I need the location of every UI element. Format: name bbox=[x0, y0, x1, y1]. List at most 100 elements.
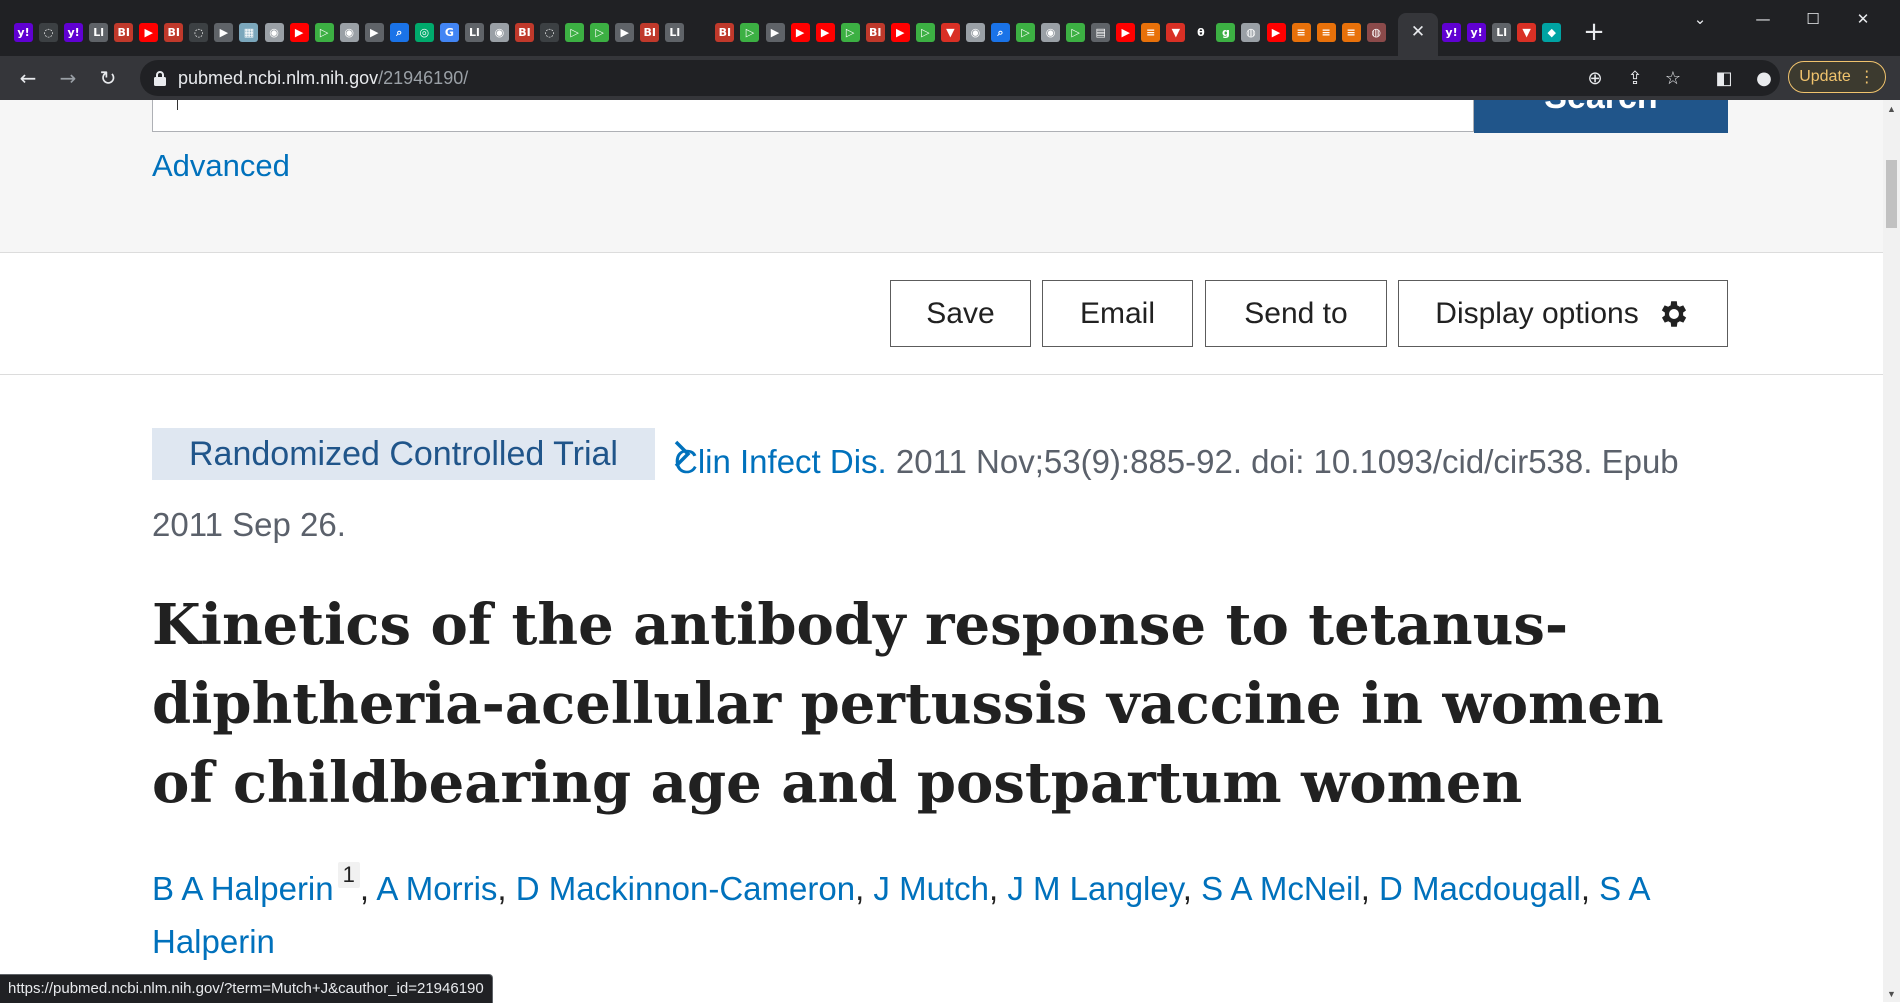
update-button[interactable]: Update ⋮ bbox=[1788, 61, 1886, 93]
youtube-icon[interactable]: ▶ bbox=[790, 23, 810, 42]
newspaper-icon[interactable]: Ll bbox=[665, 23, 685, 42]
arrow-icon[interactable]: ▶ bbox=[214, 23, 234, 42]
scrollbar-track[interactable] bbox=[1883, 100, 1900, 1002]
portrait-icon[interactable]: ◍ bbox=[1366, 23, 1386, 42]
globe-icon[interactable]: ◉ bbox=[264, 23, 284, 42]
blank-icon[interactable] bbox=[690, 23, 710, 42]
newspaper-icon[interactable]: Ll bbox=[1492, 23, 1512, 42]
scroll-down-icon[interactable]: ▼ bbox=[1883, 985, 1900, 1002]
search-button[interactable]: Search bbox=[1474, 100, 1728, 133]
play-icon[interactable]: ▷ bbox=[1066, 23, 1086, 42]
arrow-icon[interactable]: ▶ bbox=[364, 23, 384, 42]
news-icon[interactable]: ▤ bbox=[1091, 23, 1111, 42]
google-icon[interactable]: G bbox=[439, 23, 459, 42]
tripadvisor-icon[interactable]: ◎ bbox=[414, 23, 434, 42]
globe-icon[interactable]: ◉ bbox=[1041, 23, 1061, 42]
play-icon[interactable]: ▷ bbox=[565, 23, 585, 42]
author-link[interactable]: S A McNeil bbox=[1201, 870, 1361, 907]
affiliation-marker[interactable]: 1 bbox=[337, 862, 360, 888]
business-insider-icon[interactable]: BI bbox=[114, 23, 134, 42]
yahoo-icon[interactable]: y! bbox=[1442, 23, 1461, 42]
advanced-search-link[interactable]: Advanced bbox=[152, 148, 290, 184]
author-link[interactable]: D Macdougall bbox=[1379, 870, 1581, 907]
search-icon[interactable]: ⌕ bbox=[990, 23, 1010, 42]
journal-link[interactable]: Clin Infect Dis. bbox=[674, 443, 887, 480]
yahoo-icon[interactable]: y! bbox=[1467, 23, 1487, 42]
youtube-icon[interactable]: ▶ bbox=[1266, 23, 1286, 42]
play-icon[interactable]: ▷ bbox=[740, 23, 760, 42]
shield-icon[interactable]: ◌ bbox=[189, 23, 209, 42]
flag-icon[interactable]: ▼ bbox=[1166, 23, 1186, 42]
business-insider-icon[interactable]: BI bbox=[640, 23, 660, 42]
theta-icon[interactable]: θ bbox=[1191, 23, 1211, 42]
newspaper-icon[interactable]: Ll bbox=[464, 23, 484, 42]
new-tab-icon[interactable]: + bbox=[1580, 17, 1608, 47]
teal-icon[interactable]: ◆ bbox=[1542, 23, 1562, 42]
youtube-icon[interactable]: ▶ bbox=[890, 23, 910, 42]
send-to-button[interactable]: Send to bbox=[1205, 280, 1387, 347]
play-icon[interactable]: ▷ bbox=[1016, 23, 1035, 42]
search-input[interactable] bbox=[152, 100, 1474, 132]
youtube-icon[interactable]: ▶ bbox=[1116, 23, 1136, 42]
newspaper-icon[interactable]: Ll bbox=[89, 23, 109, 42]
author-link[interactable]: J Mutch bbox=[873, 870, 989, 907]
business-insider-icon[interactable]: BI bbox=[715, 23, 735, 42]
minimize-icon[interactable]: — bbox=[1743, 6, 1783, 32]
play-icon[interactable]: ▷ bbox=[840, 23, 860, 42]
display-options-button[interactable]: Display options bbox=[1398, 280, 1728, 347]
youtube-icon[interactable]: ▶ bbox=[289, 23, 309, 42]
avatar-icon[interactable]: ◍ bbox=[1241, 23, 1261, 42]
bookmark-star-icon[interactable]: ☆ bbox=[1661, 66, 1685, 90]
play-icon[interactable]: ▷ bbox=[915, 23, 935, 42]
bookmark-icon[interactable]: ≡ bbox=[1341, 23, 1361, 42]
forward-icon[interactable]: → bbox=[54, 64, 82, 92]
search-icon[interactable]: ⌕ bbox=[389, 23, 409, 42]
article-title: Kinetics of the antibody response to tet… bbox=[152, 592, 1664, 816]
share-icon[interactable]: ⇪ bbox=[1623, 66, 1647, 90]
yahoo-icon[interactable]: y! bbox=[14, 23, 33, 42]
shield-icon[interactable]: ◌ bbox=[540, 23, 560, 42]
scroll-up-icon[interactable]: ▲ bbox=[1883, 100, 1900, 117]
youtube-icon[interactable]: ▶ bbox=[139, 23, 159, 42]
globe-icon[interactable]: ◉ bbox=[339, 23, 359, 42]
author-link[interactable]: D Mackinnon-Cameron bbox=[516, 870, 855, 907]
flag-icon[interactable]: ▼ bbox=[1517, 23, 1537, 42]
save-button[interactable]: Save bbox=[890, 280, 1031, 347]
author-link[interactable]: J M Langley bbox=[1007, 870, 1182, 907]
arrow-icon[interactable]: ▶ bbox=[765, 23, 785, 42]
tab-close-icon[interactable]: ✕ bbox=[1406, 20, 1430, 44]
close-window-icon[interactable]: ✕ bbox=[1843, 6, 1883, 32]
shield-icon[interactable]: ◌ bbox=[39, 23, 59, 42]
business-insider-icon[interactable]: BI bbox=[164, 23, 184, 42]
reload-icon[interactable]: ↻ bbox=[94, 64, 122, 92]
tab-search-chevron-icon[interactable]: ⌄ bbox=[1680, 6, 1720, 32]
author-link[interactable]: A Morris bbox=[376, 870, 497, 907]
email-button[interactable]: Email bbox=[1042, 280, 1193, 347]
address-bar[interactable]: pubmed.ncbi.nlm.nih.gov/21946190/ ⊕ ⇪ ☆ bbox=[140, 60, 1780, 96]
scrollbar-thumb[interactable] bbox=[1886, 160, 1897, 228]
author-link[interactable]: B A Halperin bbox=[152, 870, 334, 907]
yahoo-icon[interactable]: y! bbox=[64, 23, 84, 42]
zoom-icon[interactable]: ⊕ bbox=[1583, 66, 1607, 90]
business-insider-icon[interactable]: BI bbox=[515, 23, 534, 42]
side-panel-icon[interactable]: ◧ bbox=[1710, 64, 1738, 92]
grid-icon[interactable]: ▦ bbox=[239, 23, 259, 42]
goodreads-icon[interactable]: g bbox=[1216, 23, 1236, 42]
back-icon[interactable]: ← bbox=[14, 64, 42, 92]
profile-icon[interactable]: ● bbox=[1750, 64, 1778, 92]
lock-icon[interactable] bbox=[153, 70, 167, 86]
youtube-icon[interactable]: ▶ bbox=[815, 23, 835, 42]
tab-strip: y! ◌ y! Ll BI ▶ BI ◌ ▶ ▦ ◉ ▶ ▷ ◉ ▶ ⌕ ◎ G Ll ◉ BI ◌ ▷ ▷ ▶ BI Ll BI ▷ ▶… bbox=[0, 0, 1900, 56]
bookmark-icon[interactable]: ≡ bbox=[1291, 23, 1311, 42]
bookmark-icon[interactable]: ≡ bbox=[1141, 23, 1161, 42]
play-icon[interactable]: ▷ bbox=[590, 23, 610, 42]
globe-icon[interactable]: ◉ bbox=[965, 23, 985, 42]
play-icon[interactable]: ▷ bbox=[314, 23, 334, 42]
bookmark-icon[interactable]: ≡ bbox=[1316, 23, 1336, 42]
maximize-icon[interactable]: ☐ bbox=[1793, 6, 1833, 32]
globe-icon[interactable]: ◉ bbox=[489, 23, 509, 42]
flag-icon[interactable]: ▼ bbox=[940, 23, 960, 42]
business-insider-icon[interactable]: BI bbox=[865, 23, 885, 42]
more-menu-icon[interactable]: ⋮ bbox=[1859, 67, 1875, 87]
arrow-icon[interactable]: ▶ bbox=[615, 23, 635, 42]
